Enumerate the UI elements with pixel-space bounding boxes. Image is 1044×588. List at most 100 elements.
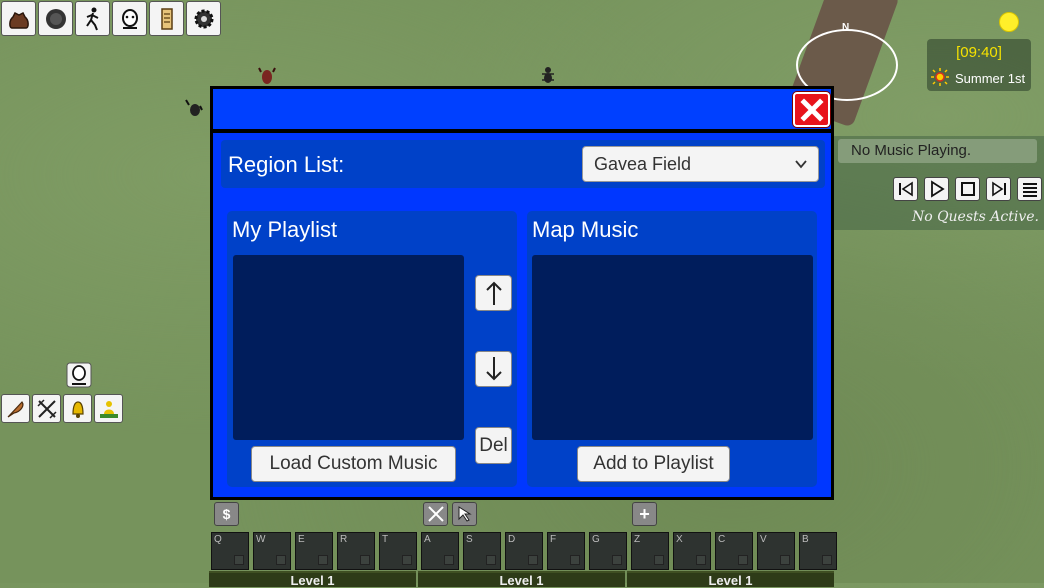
level-bar-1: Level 1	[209, 571, 416, 588]
boulder-button[interactable]	[38, 1, 73, 36]
stop-icon	[960, 182, 975, 196]
region-row: Region List: Gavea Field	[221, 140, 825, 188]
hotbar-slot-q[interactable]: Q	[211, 532, 249, 570]
top-toolbar	[1, 1, 221, 36]
money-button[interactable]: $	[214, 502, 239, 526]
play-icon	[930, 180, 945, 198]
hotbar-slot-d[interactable]: D	[505, 532, 543, 570]
hotbar-slot-b[interactable]: B	[799, 532, 837, 570]
music-controls	[893, 177, 1042, 201]
skill-feather-button[interactable]	[1, 394, 30, 423]
scroll-icon	[160, 7, 173, 30]
quests-status: No Quests Active.	[911, 209, 1039, 225]
map-music-panel: Map Music Add to Playlist	[527, 211, 817, 487]
boulder-icon	[45, 8, 66, 29]
map-music-list[interactable]	[532, 255, 813, 440]
skill-bell-button[interactable]	[63, 394, 92, 423]
my-playlist-list[interactable]	[233, 255, 464, 440]
previous-icon	[898, 181, 913, 197]
clock-panel: [09:40] Summer 1st	[927, 39, 1031, 91]
hotbar-slot-w[interactable]: W	[253, 532, 291, 570]
hotbar-slot-s[interactable]: S	[463, 532, 501, 570]
stop-button[interactable]	[955, 177, 980, 201]
load-custom-music-button[interactable]: Load Custom Music	[251, 446, 456, 482]
hotbar-slot-t[interactable]: T	[379, 532, 417, 570]
hotbar-key-label: A	[424, 534, 431, 545]
hotbar-slot-v[interactable]: V	[757, 532, 795, 570]
play-button[interactable]	[924, 177, 949, 201]
hotbar-slot-x[interactable]: X	[673, 532, 711, 570]
hotbar-key-label: V	[760, 534, 767, 545]
player-avatar-icon[interactable]	[66, 362, 92, 388]
hotbar-key-label: Z	[634, 534, 641, 545]
quest-scroll-button[interactable]	[149, 1, 184, 36]
region-list-label: Region List:	[228, 152, 345, 177]
profile-button[interactable]	[112, 1, 147, 36]
red-bug-icon	[258, 67, 276, 84]
character-button[interactable]	[75, 1, 110, 36]
hotbar-key-label: Q	[214, 534, 222, 545]
person-on-grass-icon	[99, 400, 118, 418]
face-icon	[121, 8, 138, 29]
bag-icon	[8, 11, 29, 29]
skill-bar	[1, 394, 123, 423]
add-hotbar-button[interactable]: +	[632, 502, 657, 526]
add-to-playlist-button[interactable]: Add to Playlist	[577, 446, 730, 482]
hotbar-key-label: D	[508, 534, 516, 545]
region-selected-value: Gavea Field	[594, 154, 692, 174]
move-down-button[interactable]	[475, 351, 512, 387]
crossed-swords-icon	[36, 398, 57, 419]
level-label-3: Level 1	[708, 573, 753, 588]
hotbar-slot-r[interactable]: R	[337, 532, 375, 570]
crossed-tools-icon	[427, 506, 444, 522]
hotbar-key-label: B	[802, 534, 809, 545]
hotbar-slot-e[interactable]: E	[295, 532, 333, 570]
clock-season: Summer 1st	[955, 71, 1026, 86]
arrow-up-icon	[485, 281, 502, 305]
skill-farming-button[interactable]	[94, 394, 123, 423]
hotbar-key-label: W	[256, 534, 266, 545]
hotbar-key-label: E	[298, 534, 305, 545]
compass-north-label: N	[842, 22, 850, 33]
previous-track-button[interactable]	[893, 177, 918, 201]
hotbar-key-label: R	[340, 534, 348, 545]
hotbar-slot-c[interactable]: C	[715, 532, 753, 570]
map-music-title: Map Music	[532, 217, 639, 242]
sun-indicator-icon	[999, 12, 1019, 32]
close-dialog-button[interactable]	[793, 92, 830, 127]
hotbar-slot-a[interactable]: A	[421, 532, 459, 570]
dialog-header	[213, 89, 831, 133]
hotbar-slot-g[interactable]: G	[589, 532, 627, 570]
plus-label: +	[639, 503, 650, 524]
hotbar-slot-f[interactable]: F	[547, 532, 585, 570]
settings-gear-icon	[194, 9, 213, 28]
settings-button[interactable]	[186, 1, 221, 36]
hotbar: Q W E R T A S D F G Z X CV B	[211, 532, 837, 570]
hotbar-key-label: S	[466, 534, 473, 545]
delete-track-button[interactable]: Del	[475, 427, 512, 464]
skill-combat-button[interactable]	[32, 394, 61, 423]
list-icon	[1022, 183, 1037, 197]
clock-time: [09:40]	[956, 44, 1002, 61]
hotbar-key-label: F	[550, 534, 557, 545]
hotbar-key-label: T	[382, 534, 389, 545]
hotbar-slot-z[interactable]: Z	[631, 532, 669, 570]
combat-mode-button[interactable]	[423, 502, 448, 526]
level-bar-3: Level 1	[627, 571, 834, 588]
cursor-sword-icon	[458, 506, 472, 522]
ant-icon	[542, 67, 554, 83]
bag-button[interactable]	[1, 1, 36, 36]
move-up-button[interactable]	[475, 275, 512, 311]
region-dropdown[interactable]: Gavea Field	[582, 146, 819, 182]
hotbar-key-label: G	[592, 534, 600, 545]
playlist-menu-button[interactable]	[1017, 177, 1042, 201]
hotbar-tool-buttons	[423, 502, 477, 526]
music-playlist-dialog: Region List: Gavea Field My Playlist Loa…	[210, 86, 834, 500]
black-bug-icon	[185, 99, 203, 116]
cursor-mode-button[interactable]	[452, 502, 477, 526]
money-label: $	[222, 506, 231, 522]
my-playlist-title: My Playlist	[232, 217, 338, 242]
hotbar-key-label: X	[676, 534, 683, 545]
level-label-2: Level 1	[499, 573, 544, 588]
next-track-button[interactable]	[986, 177, 1011, 201]
